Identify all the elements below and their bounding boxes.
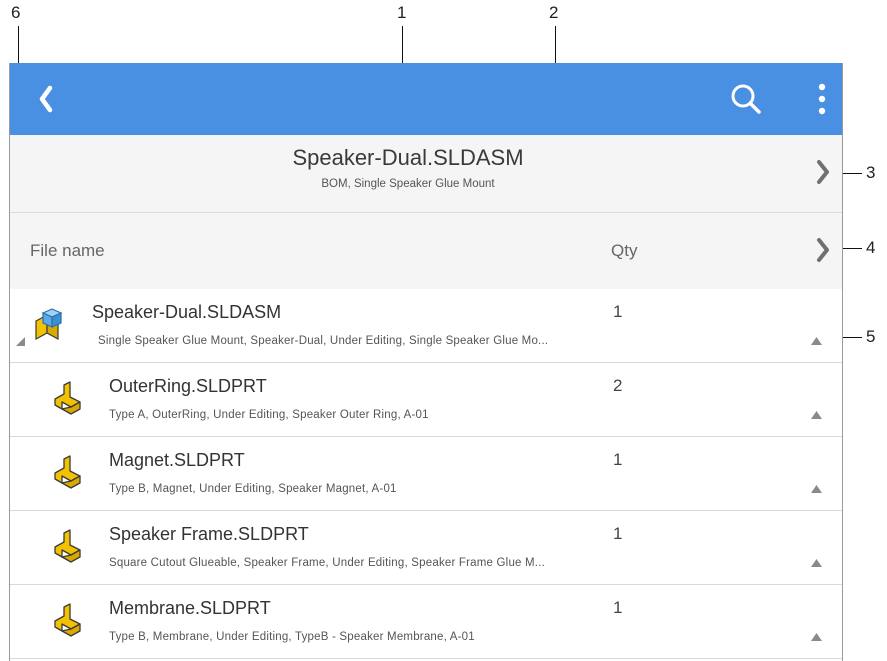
item-details: Type A, OuterRing, Under Editing, Speake… (109, 409, 429, 421)
callout-6: 6 (11, 3, 21, 22)
more-options-button[interactable] (810, 79, 834, 119)
part-icon (54, 529, 81, 563)
part-icon (54, 603, 81, 637)
back-button[interactable] (30, 81, 66, 117)
item-qty: 1 (613, 524, 623, 543)
part-icon (54, 381, 81, 415)
column-header-file-name[interactable]: File name (30, 241, 105, 261)
item-qty: 2 (613, 376, 623, 395)
assembly-icon (35, 308, 63, 341)
callout-3: 3 (866, 163, 876, 182)
item-details: Single Speaker Glue Mount, Speaker-Dual,… (98, 335, 549, 347)
row-expand-icon[interactable] (811, 633, 822, 641)
list-item-part[interactable]: Magnet.SLDPRT 1 Type B, Magnet, Under Ed… (10, 437, 842, 511)
callout-4: 4 (866, 238, 876, 257)
column-header-qty[interactable]: Qty (611, 241, 637, 261)
back-arrow-icon (39, 85, 53, 113)
callout-1: 1 (397, 3, 407, 22)
list-item-part[interactable]: Membrane.SLDPRT 1 Type B, Membrane, Unde… (10, 585, 842, 659)
list-item-assembly[interactable]: Speaker-Dual.SLDASM 1 Single Speaker Glu… (10, 289, 842, 363)
chevron-right-icon (817, 160, 829, 184)
item-qty: 1 (613, 598, 623, 617)
row-expand-icon[interactable] (811, 559, 822, 567)
item-file-name: Speaker-Dual.SLDASM (92, 302, 282, 322)
chevron-right-icon (817, 238, 829, 262)
row-expand-icon[interactable] (811, 485, 822, 493)
part-icon (54, 455, 81, 489)
search-icon (731, 84, 761, 114)
more-vertical-icon (818, 83, 826, 115)
callout-2: 2 (549, 3, 559, 22)
row-expand-icon[interactable] (811, 411, 822, 419)
item-file-name: OuterRing.SLDPRT (109, 376, 267, 396)
bom-header[interactable]: Speaker-Dual.SLDASM BOM, Single Speaker … (10, 135, 842, 213)
column-header-row: File name Qty (10, 213, 842, 290)
item-qty: 1 (613, 450, 623, 469)
tree-collapse-icon[interactable] (16, 337, 25, 346)
header-expand-button[interactable] (816, 159, 830, 185)
item-file-name: Membrane.SLDPRT (109, 598, 271, 618)
bom-title: Speaker-Dual.SLDASM (292, 145, 524, 170)
app-bar (10, 63, 842, 135)
item-details: Type B, Membrane, Under Editing, TypeB -… (109, 631, 475, 643)
item-file-name: Speaker Frame.SLDPRT (109, 524, 309, 544)
list-item-part[interactable]: OuterRing.SLDPRT 2 Type A, OuterRing, Un… (10, 363, 842, 437)
app-frame: Speaker-Dual.SLDASM BOM, Single Speaker … (9, 63, 843, 661)
bom-subtitle: BOM, Single Speaker Glue Mount (321, 178, 495, 190)
item-details: Square Cutout Glueable, Speaker Frame, U… (109, 557, 545, 569)
callout-5: 5 (866, 327, 876, 346)
item-qty: 1 (613, 302, 623, 321)
row-expand-icon[interactable] (811, 337, 822, 345)
search-button[interactable] (726, 79, 766, 119)
columns-expand-button[interactable] (816, 237, 830, 263)
item-file-name: Magnet.SLDPRT (109, 450, 245, 470)
list-item-part[interactable]: Speaker Frame.SLDPRT 1 Square Cutout Glu… (10, 511, 842, 585)
item-details: Type B, Magnet, Under Editing, Speaker M… (109, 483, 397, 495)
